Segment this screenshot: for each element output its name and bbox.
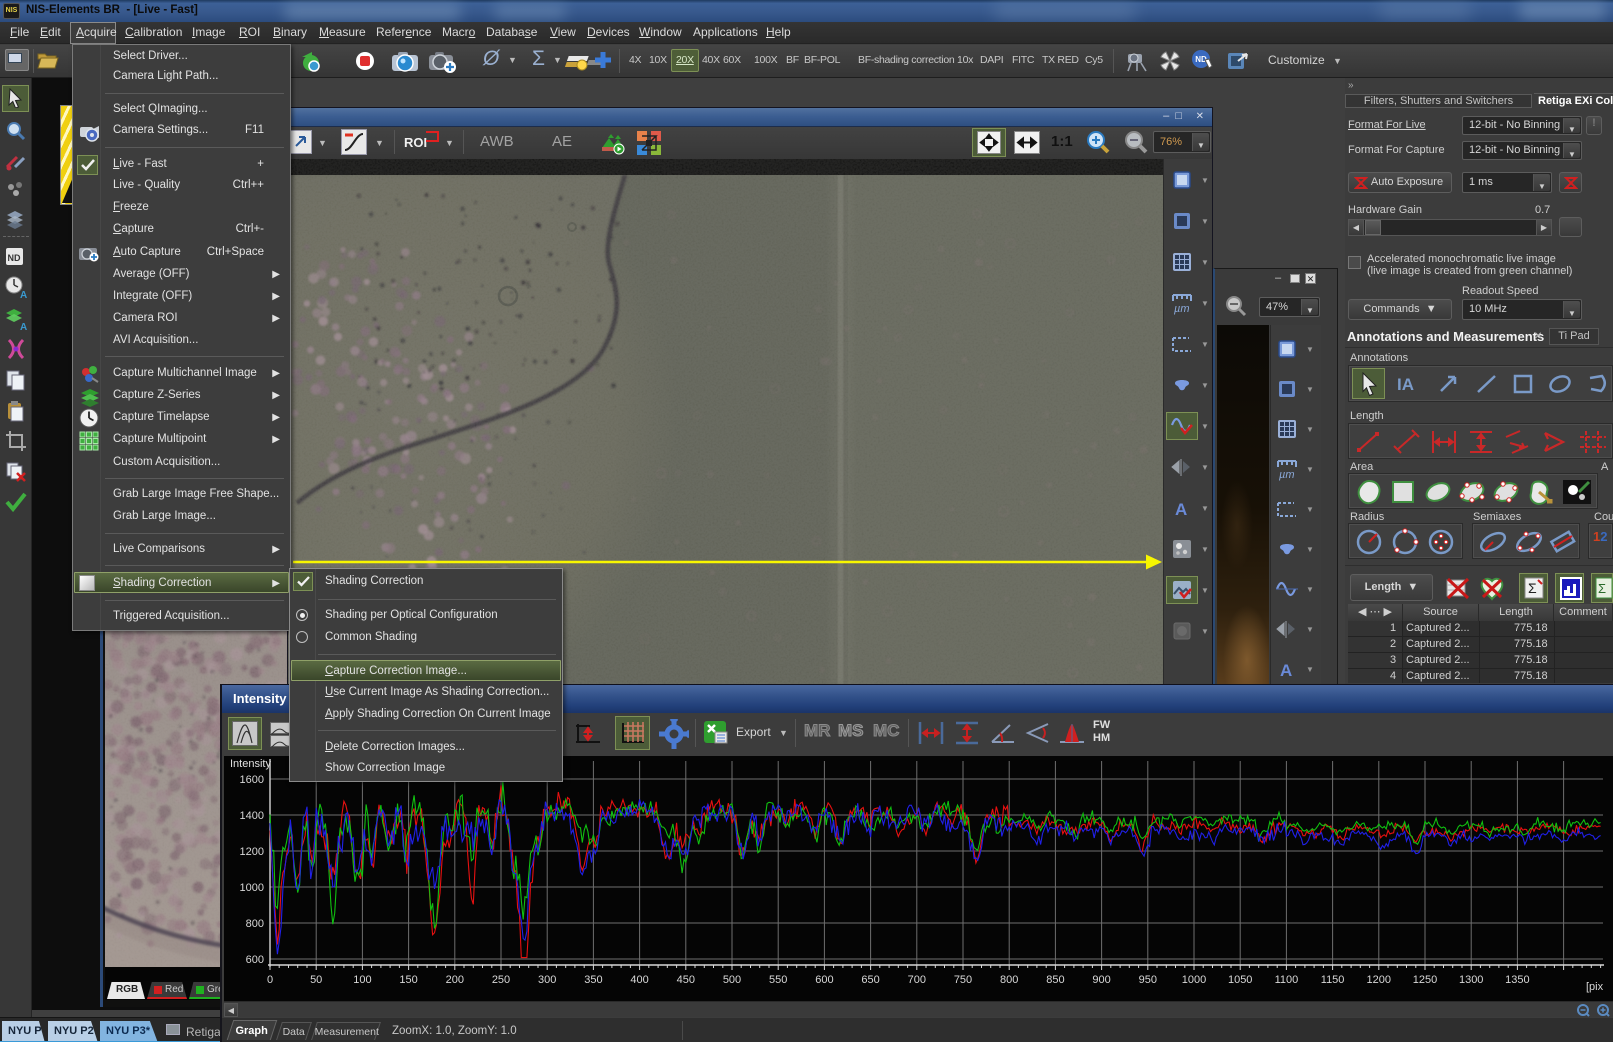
svg-text:Σ: Σ [1598,581,1606,596]
svg-text:800: 800 [1000,974,1018,986]
svg-text:1300: 1300 [1459,974,1483,986]
svg-text:500: 500 [723,974,741,986]
svg-text:900: 900 [1092,974,1110,986]
svg-text:1100: 1100 [1275,974,1299,986]
svg-text:50: 50 [310,974,322,986]
svg-text:1400: 1400 [240,810,264,822]
svg-text:A: A [20,290,27,300]
svg-text:[pix: [pix [1586,981,1604,993]
svg-text:350: 350 [584,974,602,986]
svg-text:1350: 1350 [1505,974,1529,986]
svg-text:450: 450 [677,974,695,986]
svg-text:A: A [20,322,27,331]
svg-text:1200: 1200 [1367,974,1391,986]
svg-text:ND: ND [8,253,21,263]
svg-text:1050: 1050 [1228,974,1252,986]
svg-text:A: A [1175,500,1187,519]
svg-text:200: 200 [446,974,464,986]
svg-text:1150: 1150 [1321,974,1345,986]
svg-text:750: 750 [954,974,972,986]
svg-text:800: 800 [246,918,264,930]
svg-text:950: 950 [1139,974,1157,986]
svg-text:300: 300 [538,974,556,986]
svg-text:850: 850 [1046,974,1064,986]
svg-text:0: 0 [267,974,273,986]
svg-text:600: 600 [815,974,833,986]
svg-text:150: 150 [399,974,417,986]
svg-text:1200: 1200 [240,846,264,858]
svg-text:1250: 1250 [1413,974,1437,986]
svg-text:1000: 1000 [240,882,264,894]
svg-text:µm: µm [1279,469,1295,481]
svg-text:100: 100 [353,974,371,986]
svg-text:1000: 1000 [1182,974,1206,986]
svg-text:A: A [1280,661,1292,680]
svg-text:Σ: Σ [1528,580,1537,596]
svg-text:700: 700 [908,974,926,986]
svg-text:650: 650 [861,974,879,986]
svg-text:µm: µm [1174,303,1190,315]
svg-text:250: 250 [492,974,510,986]
svg-text:600: 600 [246,954,264,966]
svg-text:1600: 1600 [240,774,264,786]
svg-text:550: 550 [769,974,787,986]
svg-text:IA: IA [1397,375,1414,394]
svg-text:400: 400 [630,974,648,986]
